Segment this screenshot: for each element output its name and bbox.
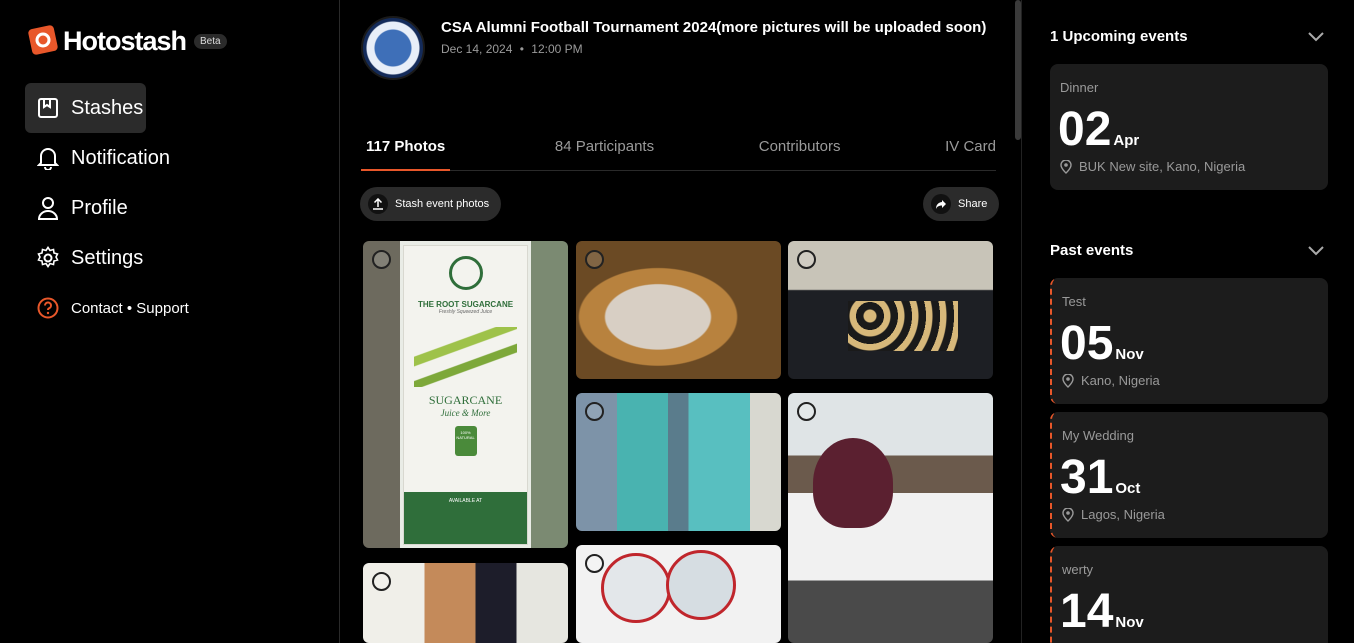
date-separator: • xyxy=(519,42,524,56)
share-button[interactable]: Share xyxy=(923,187,1000,221)
event-avatar[interactable] xyxy=(361,16,425,80)
photo-sugarcane-banner[interactable]: THE ROOT SUGARCANE Freshly Squeezed Juic… xyxy=(363,241,568,548)
event-day: 05 Nov xyxy=(1060,317,1144,370)
photo-crowd-aia[interactable] xyxy=(576,393,781,531)
stash-icon xyxy=(35,95,61,121)
logo-text: Hotostash xyxy=(63,25,187,56)
upcoming-events-title: 1 Upcoming events xyxy=(1050,28,1188,45)
user-icon xyxy=(35,195,61,221)
stash-photos-label: Stash event photos xyxy=(395,198,490,210)
nav-item-stashes[interactable]: Stashes xyxy=(25,83,146,133)
event-location: Lagos, Nigeria xyxy=(1062,507,1165,522)
photo-pancakes[interactable] xyxy=(788,241,993,379)
event-location: BUK New site, Kano, Nigeria xyxy=(1060,159,1245,174)
poster-circle-right xyxy=(666,550,736,620)
event-header: CSA Alumni Football Tournament 2024(more… xyxy=(361,16,1001,80)
logo-icon xyxy=(26,24,60,58)
past-event-card[interactable]: werty 14 Nov xyxy=(1050,546,1328,643)
banner-tagline: Juice & More xyxy=(440,408,491,418)
banner: THE ROOT SUGARCANE Freshly Squeezed Juic… xyxy=(403,245,528,545)
event-name: My Wedding xyxy=(1062,428,1135,443)
event-month: Nov xyxy=(1115,614,1144,631)
location-pin-icon xyxy=(1060,159,1072,174)
banner-logo-icon xyxy=(448,256,483,290)
nav-label: Profile xyxy=(71,196,128,219)
past-event-card[interactable]: My Wedding 31 Oct Lagos, Nigeria xyxy=(1050,412,1328,538)
scroll-track xyxy=(1021,0,1022,643)
event-month: Oct xyxy=(1115,480,1141,497)
photo-smiling-women[interactable] xyxy=(363,563,568,643)
natural-badge: 100% NATURAL xyxy=(454,426,477,456)
photo-figure-hair xyxy=(813,438,893,528)
past-event-card[interactable]: Test 05 Nov Kano, Nigeria xyxy=(1050,278,1328,404)
select-checkbox[interactable] xyxy=(372,250,391,269)
nav-item-settings[interactable]: Settings xyxy=(25,233,325,283)
nav-item-support[interactable]: Contact • Support xyxy=(25,283,325,333)
select-checkbox[interactable] xyxy=(585,402,604,421)
location-pin-icon xyxy=(1062,507,1074,522)
tab-photos[interactable]: 117 Photos xyxy=(361,128,451,171)
beta-badge: Beta xyxy=(194,33,227,49)
stash-photos-button[interactable]: Stash event photos xyxy=(360,187,502,221)
event-month: Apr xyxy=(1113,132,1140,149)
event-time: 12:00 PM xyxy=(531,42,583,56)
share-icon xyxy=(931,194,951,214)
main-content: CSA Alumni Football Tournament 2024(more… xyxy=(341,0,1021,643)
event-day: 02 Apr xyxy=(1058,103,1140,156)
nav-label: Notification xyxy=(71,146,170,169)
tab-participants[interactable]: 84 Participants xyxy=(555,128,654,170)
event-date: Dec 14, 2024 xyxy=(441,42,513,56)
upload-icon xyxy=(368,194,388,214)
event-month: Nov xyxy=(1115,346,1144,363)
banner-headline: SUGARCANE xyxy=(428,393,503,407)
location-pin-icon xyxy=(1062,373,1074,388)
chevron-down-icon[interactable] xyxy=(1306,26,1326,46)
photo-posters[interactable] xyxy=(576,545,781,643)
nav-item-notification[interactable]: Notification xyxy=(25,133,325,183)
main-nav: Stashes Notification Profile Settings Co… xyxy=(25,83,325,333)
photo-juice-cups[interactable] xyxy=(576,241,781,379)
gear-icon xyxy=(35,245,61,271)
scrollbar-thumb[interactable] xyxy=(1015,0,1021,140)
help-icon xyxy=(35,295,61,321)
events-panel: 1 Upcoming events Dinner 02 Apr BUK New s… xyxy=(1030,0,1354,643)
banner-subcaption: Freshly Squeezed Juice xyxy=(438,309,493,315)
select-checkbox[interactable] xyxy=(585,250,604,269)
tab-iv-card[interactable]: IV Card xyxy=(945,128,996,170)
event-name: Test xyxy=(1062,294,1086,309)
event-datetime: Dec 14, 2024 • 12:00 PM xyxy=(441,42,1001,56)
logo[interactable]: Hotostash Beta xyxy=(26,24,227,58)
chevron-down-icon[interactable] xyxy=(1306,240,1326,260)
event-day: 14 Nov xyxy=(1060,585,1144,638)
select-checkbox[interactable] xyxy=(797,250,816,269)
event-title: CSA Alumni Football Tournament 2024(more… xyxy=(441,19,987,36)
upcoming-event-card[interactable]: Dinner 02 Apr BUK New site, Kano, Nigeria xyxy=(1050,64,1328,190)
select-checkbox[interactable] xyxy=(797,402,816,421)
event-name: werty xyxy=(1062,562,1094,577)
select-checkbox[interactable] xyxy=(585,554,604,573)
nav-label: Contact • Support xyxy=(71,299,189,317)
event-name: Dinner xyxy=(1060,80,1099,95)
sugarcane-illustration xyxy=(414,327,517,387)
event-day: 31 Oct xyxy=(1060,451,1141,504)
nav-label: Stashes xyxy=(71,96,144,119)
poster-circle-left xyxy=(601,553,671,623)
nav-label: Settings xyxy=(71,246,144,269)
tab-contributors[interactable]: Contributors xyxy=(759,128,841,170)
photo-woman-vendor[interactable] xyxy=(788,393,993,643)
select-checkbox[interactable] xyxy=(372,572,391,591)
banner-caption: THE ROOT SUGARCANE xyxy=(417,300,514,309)
pancake-pan xyxy=(848,301,958,351)
share-label: Share xyxy=(958,198,988,210)
event-tabs: 117 Photos 84 Participants Contributors … xyxy=(361,128,996,171)
sidebar: Hotostash Beta Stashes Notification Prof… xyxy=(0,0,340,643)
bell-icon xyxy=(35,145,61,171)
banner-footer: AVAILABLE AT xyxy=(404,492,527,544)
event-location: Kano, Nigeria xyxy=(1062,373,1160,388)
past-events-title: Past events xyxy=(1050,242,1134,259)
nav-item-profile[interactable]: Profile xyxy=(25,183,325,233)
